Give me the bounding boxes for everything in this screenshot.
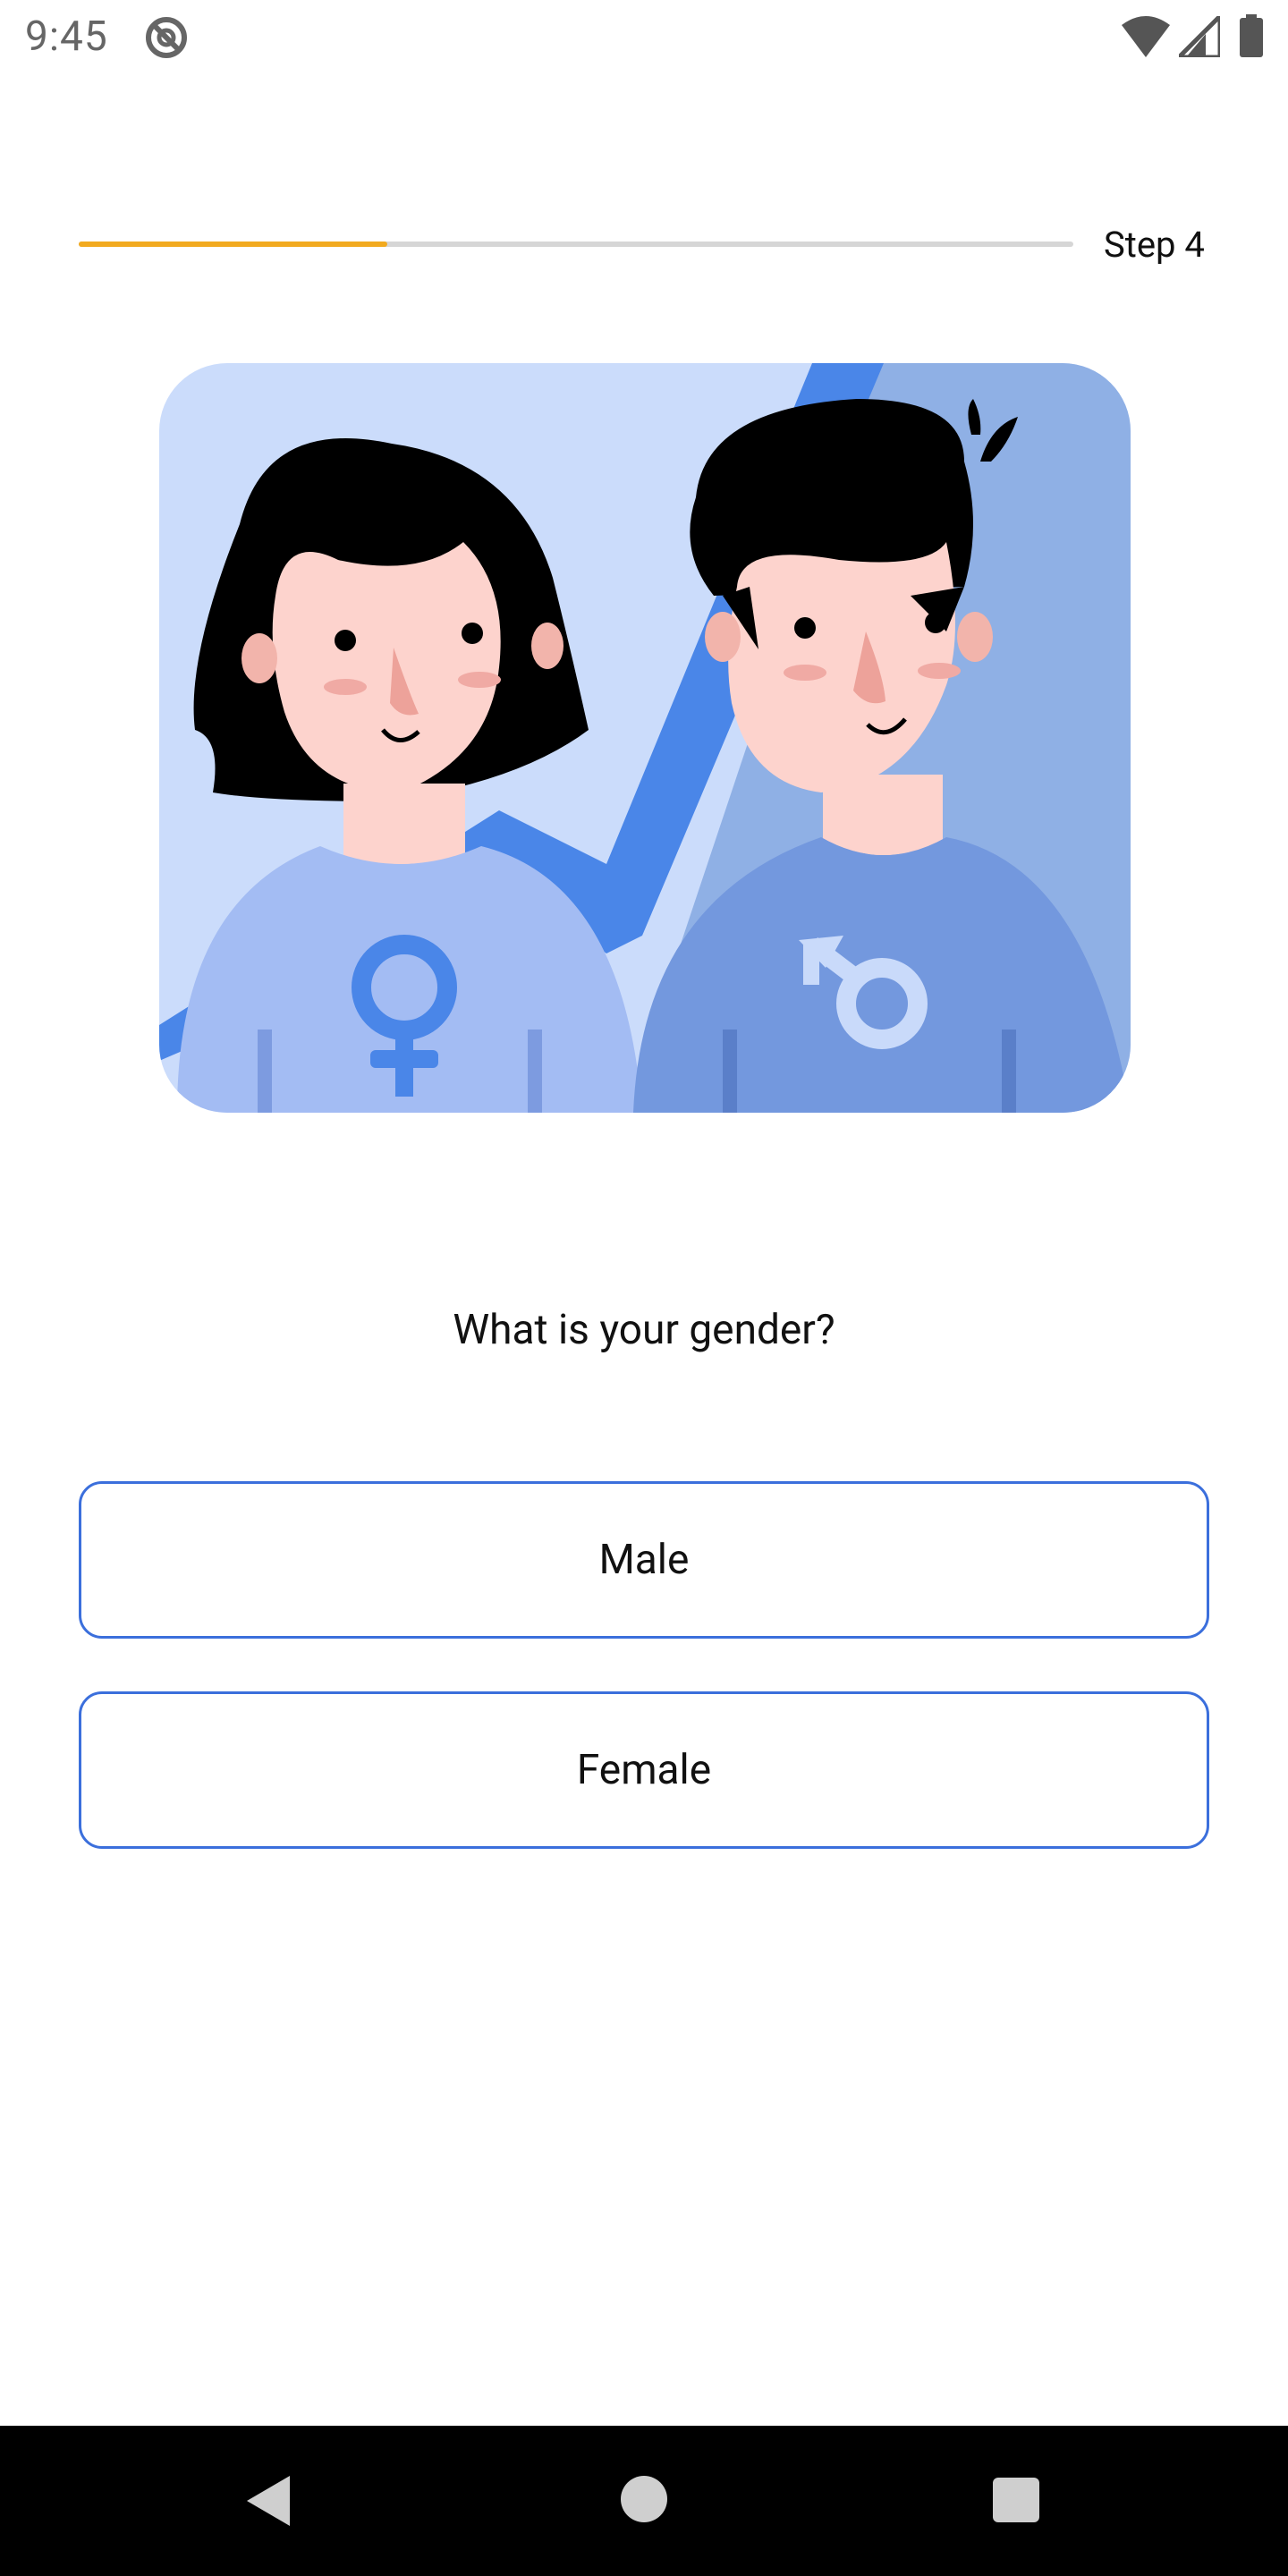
signal-icon: [1179, 16, 1220, 57]
navigation-bar: [0, 2426, 1288, 2576]
recents-icon[interactable]: [993, 2478, 1039, 2522]
sync-disabled-icon: [146, 17, 187, 58]
wifi-icon: [1122, 16, 1170, 57]
gender-illustration: [159, 363, 1131, 1113]
status-time: 9:45: [25, 13, 108, 61]
progress-track: [79, 242, 1073, 247]
option-label: Female: [576, 1746, 712, 1794]
back-icon[interactable]: [243, 2472, 293, 2529]
progress-fill: [79, 242, 387, 247]
battery-icon: [1240, 14, 1263, 57]
question-title: What is your gender?: [453, 1306, 835, 1354]
option-label: Male: [598, 1536, 690, 1584]
female-option-button[interactable]: Female: [79, 1691, 1209, 1849]
male-option-button[interactable]: Male: [79, 1481, 1209, 1639]
step-label: Step 4: [1104, 224, 1205, 266]
status-bar: 9:45: [0, 0, 1288, 75]
home-icon[interactable]: [621, 2476, 667, 2522]
